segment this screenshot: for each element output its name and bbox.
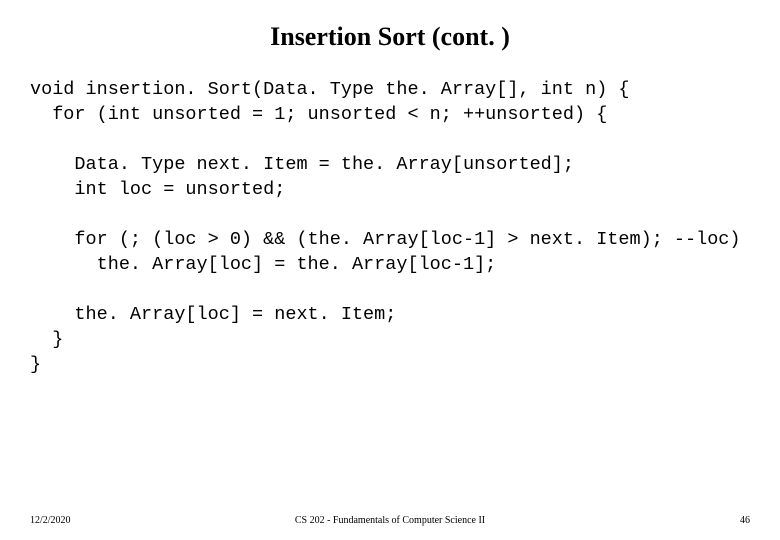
slide-title: Insertion Sort (cont. ): [30, 22, 750, 52]
slide-container: Insertion Sort (cont. ) void insertion. …: [0, 0, 780, 540]
code-block: void insertion. Sort(Data. Type the. Arr…: [30, 78, 750, 378]
footer: 12/2/2020 CS 202 - Fundamentals of Compu…: [0, 515, 780, 526]
footer-date: 12/2/2020: [30, 515, 71, 526]
footer-course: CS 202 - Fundamentals of Computer Scienc…: [295, 515, 485, 526]
footer-page-number: 46: [740, 515, 750, 526]
